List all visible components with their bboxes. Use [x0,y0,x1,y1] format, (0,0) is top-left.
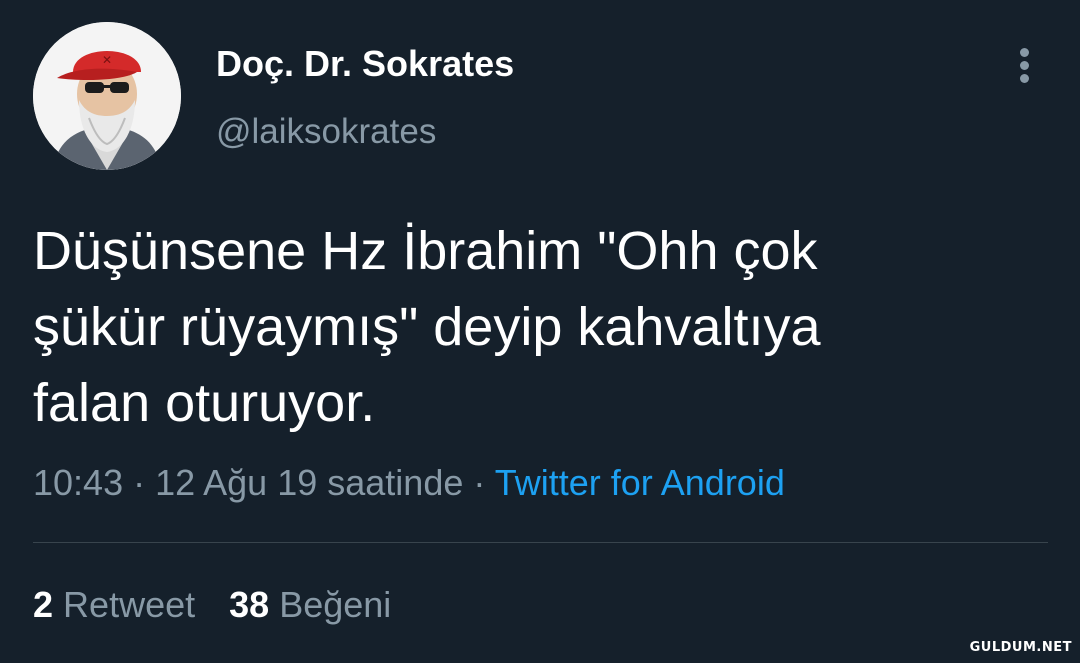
meta-separator: · [123,462,156,503]
tweet-text: Düşünsene Hz İbrahim "Ohh çok şükür rüya… [33,221,821,433]
retweets-stat[interactable]: 2 Retweet [33,584,195,625]
more-options-button[interactable] [1008,44,1042,88]
retweet-count: 2 [33,584,54,625]
avatar-image: ✕ [33,22,181,170]
tweet-date[interactable]: 12 Ağu 19 saatinde [155,462,463,503]
tweet-source-link[interactable]: Twitter for Android [495,462,785,503]
meta-separator: · [463,462,495,503]
username[interactable]: @laiksokrates [216,110,436,154]
divider [33,542,1048,543]
tweet-card: ✕ Doç. Dr. Sokrates @laiksokrates Düşüns… [0,0,1080,663]
display-name[interactable]: Doç. Dr. Sokrates [216,42,514,86]
like-label: Beğeni [279,584,392,625]
tweet-stats: 2 Retweet 38 Beğeni [33,580,391,630]
watermark: GULDUM.NET [969,640,1072,655]
like-count: 38 [229,584,270,625]
tweet-time[interactable]: 10:43 [33,462,123,503]
likes-stat[interactable]: 38 Beğeni [229,584,391,625]
tweet-metadata: 10:43 · 12 Ağu 19 saatinde · Twitter for… [33,458,785,508]
svg-text:✕: ✕ [102,53,112,67]
avatar[interactable]: ✕ [33,22,181,170]
retweet-label: Retweet [63,584,196,625]
